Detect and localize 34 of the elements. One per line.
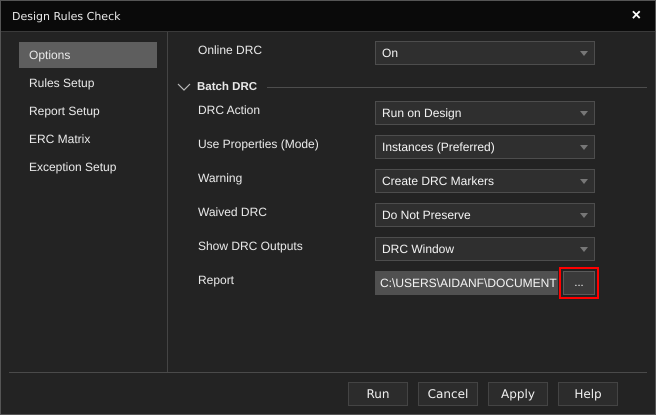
section-title: Batch DRC [197, 81, 258, 93]
browse-button[interactable]: ... [563, 271, 595, 295]
dialog-button[interactable]: Help [558, 382, 618, 406]
dropdown-arrow-icon [580, 246, 588, 252]
dialog-button[interactable]: Run [348, 382, 408, 406]
dropdown[interactable]: Do Not Preserve [375, 203, 595, 227]
dropdown-arrow-icon [580, 178, 588, 184]
sidebar-item[interactable]: Options [19, 42, 157, 68]
dialog-button[interactable]: Cancel [418, 382, 478, 406]
dropdown[interactable]: On [375, 41, 595, 65]
dropdown[interactable]: DRC Window [375, 237, 595, 261]
field-label: Show DRC Outputs [197, 238, 304, 253]
sidebar-item[interactable]: Rules Setup [19, 70, 157, 96]
dropdown[interactable]: Instances (Preferred) [375, 135, 595, 159]
dropdown-arrow-icon [580, 212, 588, 218]
dropdown[interactable]: Run on Design [375, 101, 595, 125]
sidebar-item[interactable]: ERC Matrix [19, 126, 157, 152]
chevron-icon[interactable] [177, 83, 191, 91]
dropdown-arrow-icon [580, 50, 588, 56]
close-button[interactable]: × [628, 8, 645, 24]
dropdown-arrow-icon [580, 144, 588, 150]
field-label: Warning [197, 170, 244, 185]
field-label: Report [197, 272, 236, 287]
field-label: Use Properties (Mode) [197, 136, 320, 151]
field-label: Online DRC [197, 42, 264, 57]
dialog-button[interactable]: Apply [488, 382, 548, 406]
path-field[interactable]: C:\USERS\AIDANF\DOCUMENT [375, 271, 558, 295]
dropdown-arrow-icon [580, 110, 588, 116]
window-title: Design Rules Check [11, 10, 120, 22]
field-label: DRC Action [197, 102, 262, 117]
sidebar-item[interactable]: Report Setup [19, 98, 157, 124]
sidebar-item[interactable]: Exception Setup [19, 154, 157, 180]
field-label: Waived DRC [197, 204, 268, 219]
dropdown[interactable]: Create DRC Markers [375, 169, 595, 193]
